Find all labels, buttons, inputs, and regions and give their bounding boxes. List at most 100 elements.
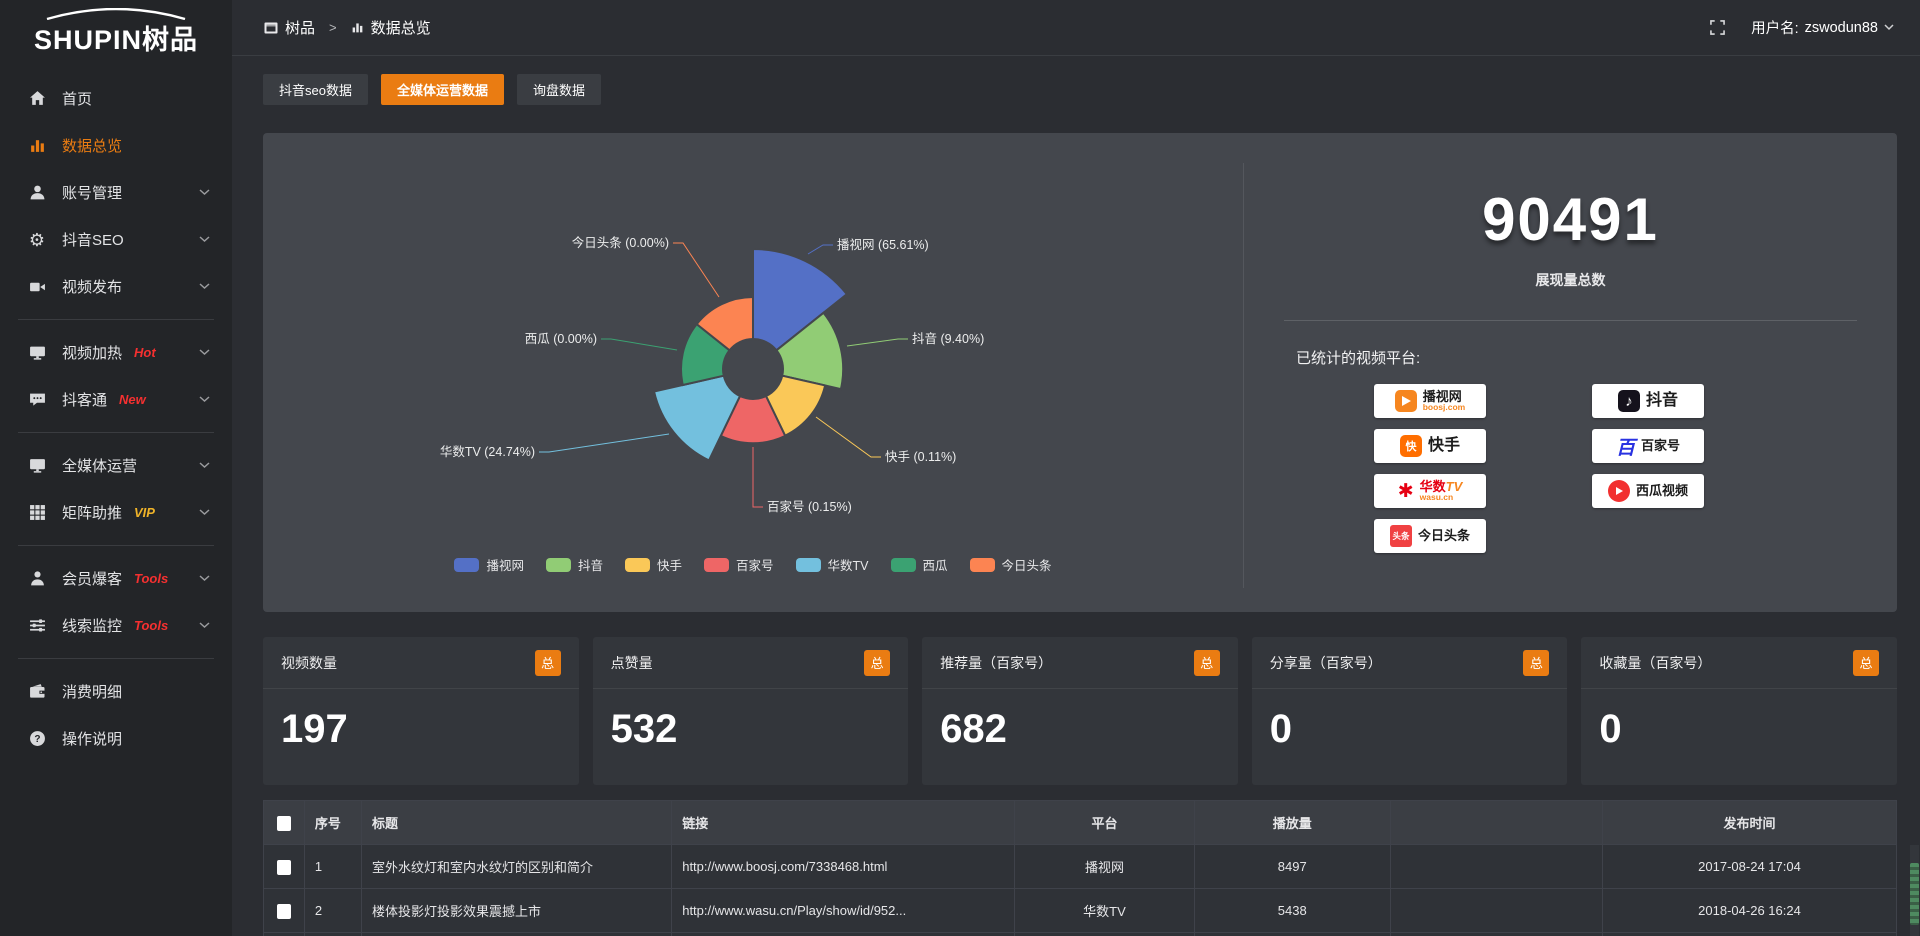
- total-badge: 总: [864, 650, 890, 676]
- sidebar-item-douyin-seo[interactable]: ⚙抖音SEO: [0, 216, 232, 263]
- video-title-link[interactable]: 楼体投影灯投影效果震撼上市: [361, 889, 671, 933]
- user-menu[interactable]: 用户名: zswodun88: [1751, 17, 1894, 38]
- scrollbar-thumb[interactable]: [1910, 863, 1919, 925]
- col-header-link: 链接: [672, 801, 1015, 845]
- legend-chip: [546, 558, 571, 572]
- total-impressions-value: 90491: [1244, 185, 1897, 254]
- row-checkbox[interactable]: [277, 904, 291, 919]
- stat-card-label: 分享量（百家号）: [1270, 653, 1382, 673]
- sidebar-item-douketong[interactable]: 抖客通New: [0, 376, 232, 423]
- sidebar-item-clue-monitor[interactable]: 线索监控Tools: [0, 602, 232, 649]
- pie-label-line: [753, 447, 763, 507]
- pie-label: 百家号 (0.15%): [767, 499, 852, 514]
- scrollbar[interactable]: [1910, 845, 1919, 936]
- main-content: 抖音seo数据全媒体运营数据询盘数据 播视网 (65.61%)抖音 (9.40%…: [232, 74, 1920, 936]
- stat-card-label: 点赞量: [611, 653, 653, 673]
- sidebar-item-label: 账号管理: [62, 182, 122, 203]
- stat-card-value: 0: [1581, 689, 1897, 752]
- user-icon: [26, 184, 48, 201]
- data-tabs: 抖音seo数据全媒体运营数据询盘数据: [263, 74, 1897, 105]
- row-checkbox[interactable]: [277, 860, 291, 875]
- logo-text: SHUPIN树品: [34, 18, 198, 57]
- legend-item-7[interactable]: 今日头条: [970, 555, 1052, 574]
- legend-item-5[interactable]: 华数TV: [796, 555, 869, 574]
- legend-label: 播视网: [486, 555, 524, 574]
- stat-card-label: 收藏量（百家号）: [1599, 653, 1711, 673]
- chart-icon: [26, 137, 48, 154]
- video-url-link[interactable]: http://www.boosj.com/7338468.html: [672, 845, 1015, 889]
- sidebar-item-home[interactable]: 首页: [0, 75, 232, 122]
- table-row: 1 室外水纹灯和室内水纹灯的区别和简介 http://www.boosj.com…: [264, 845, 1897, 889]
- pie-label: 今日头条 (0.00%): [572, 235, 669, 250]
- chevron-down-icon: [199, 236, 210, 243]
- platform-badge: 百百家号: [1592, 429, 1704, 463]
- pie-label: 华数TV (24.74%): [440, 444, 535, 459]
- legend-item-4[interactable]: 百家号: [704, 555, 774, 574]
- video-title-link[interactable]: 室外水纹灯和室内水纹灯的区别和简介: [361, 845, 671, 889]
- chevron-down-icon: [199, 622, 210, 629]
- platform-column: ♪抖音百百家号西瓜视频: [1592, 384, 1704, 553]
- platform-name: 西瓜视频: [1636, 484, 1688, 498]
- total-badge: 总: [1523, 650, 1549, 676]
- platform-name: 播视网: [1423, 390, 1466, 404]
- chevron-down-icon: [199, 189, 210, 196]
- chevron-down-icon: [199, 396, 210, 403]
- legend-chip: [891, 558, 916, 572]
- sidebar-item-label: 数据总览: [62, 135, 122, 156]
- col-header-time: 发布时间: [1603, 801, 1897, 845]
- legend-item-1[interactable]: 播视网: [454, 555, 524, 574]
- sidebar-item-operation-guide[interactable]: ?操作说明: [0, 715, 232, 762]
- stat-card-value: 532: [593, 689, 909, 752]
- sidebar-item-label: 视频发布: [62, 276, 122, 297]
- sidebar-item-video-heat[interactable]: 视频加热Hot: [0, 329, 232, 376]
- chevron-down-icon: [199, 283, 210, 290]
- video-url-link[interactable]: http://www.wasu.cn/Play/show/id/952...: [672, 889, 1015, 933]
- breadcrumb-root[interactable]: 树品: [264, 17, 315, 38]
- tab-1[interactable]: 抖音seo数据: [263, 74, 368, 105]
- platform-badge: ✱华数TVwasu.cn: [1374, 474, 1486, 508]
- total-badge: 总: [535, 650, 561, 676]
- platform-badge: 快快手: [1374, 429, 1486, 463]
- legend-item-2[interactable]: 抖音: [546, 555, 603, 574]
- pie-label-line: [601, 339, 677, 350]
- stat-cards-row: 视频数量总197点赞量总532推荐量（百家号）总682分享量（百家号）总0收藏量…: [263, 637, 1897, 785]
- sidebar-item-matrix-boost[interactable]: 矩阵助推VIP: [0, 489, 232, 536]
- sidebar-item-label: 会员爆客: [62, 568, 122, 589]
- chart-legend: 播视网 抖音 快手 百家号 华数TV 西瓜 今日头条: [263, 555, 1243, 574]
- pie-label-line: [808, 245, 833, 254]
- table-row: [264, 933, 1897, 936]
- col-header-plays: 播放量: [1194, 801, 1390, 845]
- legend-label: 今日头条: [1002, 555, 1052, 574]
- fullscreen-icon[interactable]: [1710, 20, 1725, 35]
- topbar: 树品 > 数据总览 用户名: zswodun88: [232, 0, 1920, 56]
- total-impressions-label: 展现量总数: [1244, 270, 1897, 290]
- sidebar-item-media-operation[interactable]: 全媒体运营: [0, 442, 232, 489]
- sidebar-item-badge: New: [119, 392, 146, 407]
- comment-icon: [26, 391, 48, 408]
- legend-chip: [625, 558, 650, 572]
- sidebar-divider: [18, 658, 214, 659]
- breadcrumb-current[interactable]: 数据总览: [351, 17, 431, 38]
- total-badge: 总: [1853, 650, 1879, 676]
- row-plays: 8497: [1194, 845, 1390, 889]
- col-header-spacer: [1390, 801, 1602, 845]
- row-time: 2017-08-24 17:04: [1603, 845, 1897, 889]
- sidebar-item-video-publish[interactable]: 视频发布: [0, 263, 232, 310]
- chevron-down-icon: [1884, 24, 1894, 31]
- sidebar-item-data-overview[interactable]: 数据总览: [0, 122, 232, 169]
- grid-icon: [26, 504, 48, 521]
- tab-3[interactable]: 询盘数据: [517, 74, 601, 105]
- pie-slice-5[interactable]: [654, 376, 740, 461]
- sidebar-item-member-baoke[interactable]: 会员爆客Tools: [0, 555, 232, 602]
- svg-text:?: ?: [34, 734, 40, 745]
- tab-2[interactable]: 全媒体运营数据: [381, 74, 504, 105]
- select-all-checkbox[interactable]: [277, 816, 291, 831]
- total-badge: 总: [1194, 650, 1220, 676]
- legend-item-3[interactable]: 快手: [625, 555, 682, 574]
- sidebar-item-label: 首页: [62, 88, 92, 109]
- stat-card-value: 197: [263, 689, 579, 752]
- sidebar-item-account-manage[interactable]: 账号管理: [0, 169, 232, 216]
- legend-item-6[interactable]: 西瓜: [891, 555, 948, 574]
- sidebar-item-consume-detail[interactable]: 消费明细: [0, 668, 232, 715]
- username-prefix: 用户名:: [1751, 17, 1799, 38]
